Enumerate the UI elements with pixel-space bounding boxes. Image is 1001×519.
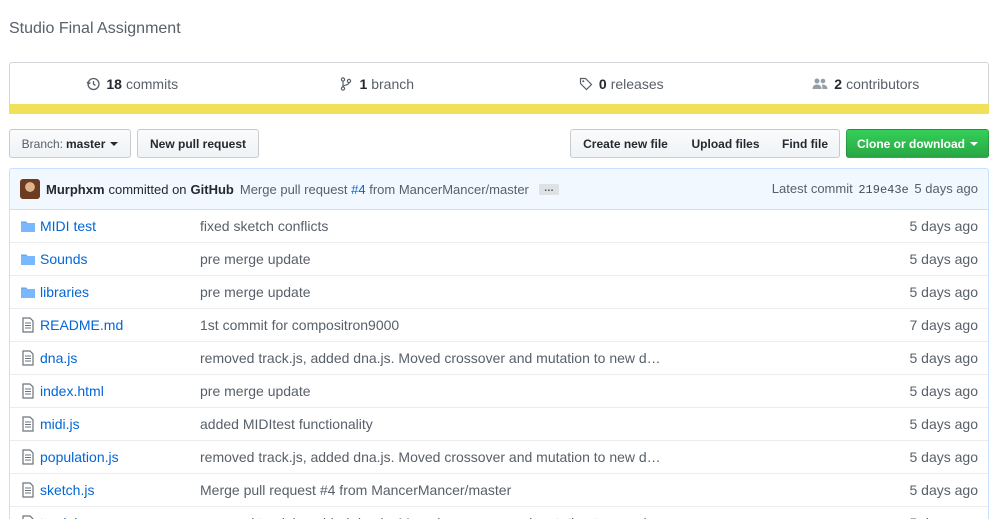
file-name-link[interactable]: track.js — [40, 515, 200, 519]
commit-via[interactable]: GitHub — [191, 182, 234, 197]
file-name-link[interactable]: index.html — [40, 383, 200, 399]
file-age: 5 days ago — [909, 482, 979, 498]
latest-commit-bar: Murphxm committed on GitHub Merge pull r… — [9, 168, 989, 210]
branch-name: master — [66, 136, 106, 151]
file-name-link[interactable]: midi.js — [40, 416, 200, 432]
file-row: dna.js removed track.js, added dna.js. Mo… — [10, 341, 988, 374]
file-row: index.html pre merge update 5 days ago — [10, 374, 988, 407]
folder-icon — [20, 284, 36, 300]
commit-message[interactable]: Merge pull request #4 from MancerMancer/… — [240, 182, 529, 197]
file-icon — [20, 317, 36, 333]
pr-link[interactable]: #4 — [351, 182, 365, 197]
commits-label: commits — [125, 76, 179, 92]
branch-count: 1 — [359, 76, 368, 92]
branch-select-button[interactable]: Branch: master — [9, 129, 131, 158]
file-commit-message-link[interactable]: added MIDItest functionality — [200, 416, 690, 432]
contributors-label: contributors — [846, 76, 920, 92]
file-icon — [20, 515, 36, 519]
repo-description: Studio Final Assignment — [9, 20, 181, 37]
commit-age: 5 days ago — [914, 181, 978, 196]
file-commit-message-link[interactable]: Merge pull request #4 from MancerMancer/… — [200, 482, 690, 498]
file-name-link[interactable]: sketch.js — [40, 482, 200, 498]
file-commit-message-link[interactable]: pre merge update — [200, 284, 690, 300]
commits-count: 18 — [106, 76, 122, 92]
new-pull-request-button[interactable]: New pull request — [137, 129, 259, 158]
file-icon — [20, 482, 36, 498]
file-row: midi.js added MIDItest functionality 5 day… — [10, 407, 988, 440]
file-icon — [20, 416, 36, 432]
tag-icon — [579, 77, 593, 91]
file-row: sketch.js Merge pull request #4 from Manc… — [10, 473, 988, 506]
avatar[interactable] — [20, 179, 40, 199]
commit-author[interactable]: Murphxm — [46, 182, 105, 197]
file-commit-message-link[interactable]: removed track.js, added dna.js. Moved cr… — [200, 515, 690, 519]
caret-down-icon — [110, 141, 119, 146]
folder-icon — [20, 218, 36, 234]
file-row: libraries pre merge update 5 days ago — [10, 275, 988, 308]
file-name-link[interactable]: dna.js — [40, 350, 200, 366]
releases-count: 0 — [598, 76, 607, 92]
file-age: 5 days ago — [910, 515, 989, 519]
history-icon — [86, 77, 101, 91]
file-row: Sounds pre merge update 5 days ago — [10, 242, 988, 275]
file-age: 7 days ago — [909, 317, 979, 333]
file-icon — [20, 449, 36, 465]
file-commit-message-link[interactable]: removed track.js, added dna.js. Moved cr… — [200, 350, 690, 366]
releases-label: releases — [610, 76, 664, 92]
file-age: 5 days ago — [909, 449, 979, 465]
file-name-link[interactable]: MIDI test — [40, 218, 200, 234]
file-commit-message-link[interactable]: pre merge update — [200, 383, 690, 399]
file-age: 5 days ago — [909, 251, 979, 267]
upload-files-button[interactable]: Upload files — [680, 129, 772, 158]
language-bar — [9, 104, 989, 114]
file-commit-message-link[interactable]: 1st commit for compositron9000 — [200, 317, 690, 333]
file-name-link[interactable]: README.md — [40, 317, 200, 333]
file-name-link[interactable]: Sounds — [40, 251, 200, 267]
create-new-file-button[interactable]: Create new file — [570, 129, 681, 158]
file-age: 5 days ago — [909, 416, 979, 432]
file-age: 5 days ago — [909, 284, 979, 300]
folder-icon — [20, 251, 36, 267]
file-icon — [20, 350, 36, 366]
latest-commit-label: Latest commit — [771, 181, 853, 196]
branch-label: branch — [371, 76, 415, 92]
file-age: 5 days ago — [909, 217, 979, 234]
commit-sha[interactable]: 219e43e — [858, 183, 908, 197]
file-commit-message-link[interactable]: removed track.js, added dna.js. Moved cr… — [200, 449, 690, 465]
commit-message-pre: Merge pull request — [239, 181, 352, 197]
latest-commit-info: Latest commit 219e43e 5 days ago — [772, 181, 978, 197]
file-row: MIDI test fixed sketch conflicts 5 days ag… — [10, 209, 988, 242]
clone-label: Clone or download — [857, 136, 965, 151]
expand-message-button[interactable]: … — [538, 183, 559, 195]
commit-action: committed on — [108, 181, 187, 197]
file-name-link[interactable]: libraries — [40, 284, 200, 300]
file-age: 5 days ago — [909, 383, 979, 399]
file-row: population.js removed track.js, added dna… — [10, 440, 988, 473]
file-icon — [20, 383, 36, 399]
branch-icon — [341, 77, 352, 91]
clone-or-download-button[interactable]: Clone or download — [846, 129, 989, 158]
file-list: MIDI test fixed sketch conflicts 5 days ag… — [9, 209, 989, 519]
find-file-button[interactable]: Find file — [771, 129, 840, 158]
caret-down-icon — [970, 141, 978, 146]
contributors-count: 2 — [834, 76, 843, 92]
file-name-link[interactable]: population.js — [40, 449, 200, 465]
file-commit-message-link[interactable]: fixed sketch conflicts — [200, 218, 690, 234]
people-icon — [812, 78, 828, 89]
file-age: 5 days ago — [909, 350, 979, 366]
file-commit-message-link[interactable]: pre merge update — [200, 251, 690, 267]
file-row: track.jsremoved track.js, added dna.js. … — [10, 506, 988, 519]
branch-prefix: Branch: — [21, 136, 63, 151]
commit-message-post: from MancerMancer/master — [365, 181, 529, 197]
file-row: README.md 1st commit for compositron9000 7… — [10, 308, 988, 341]
